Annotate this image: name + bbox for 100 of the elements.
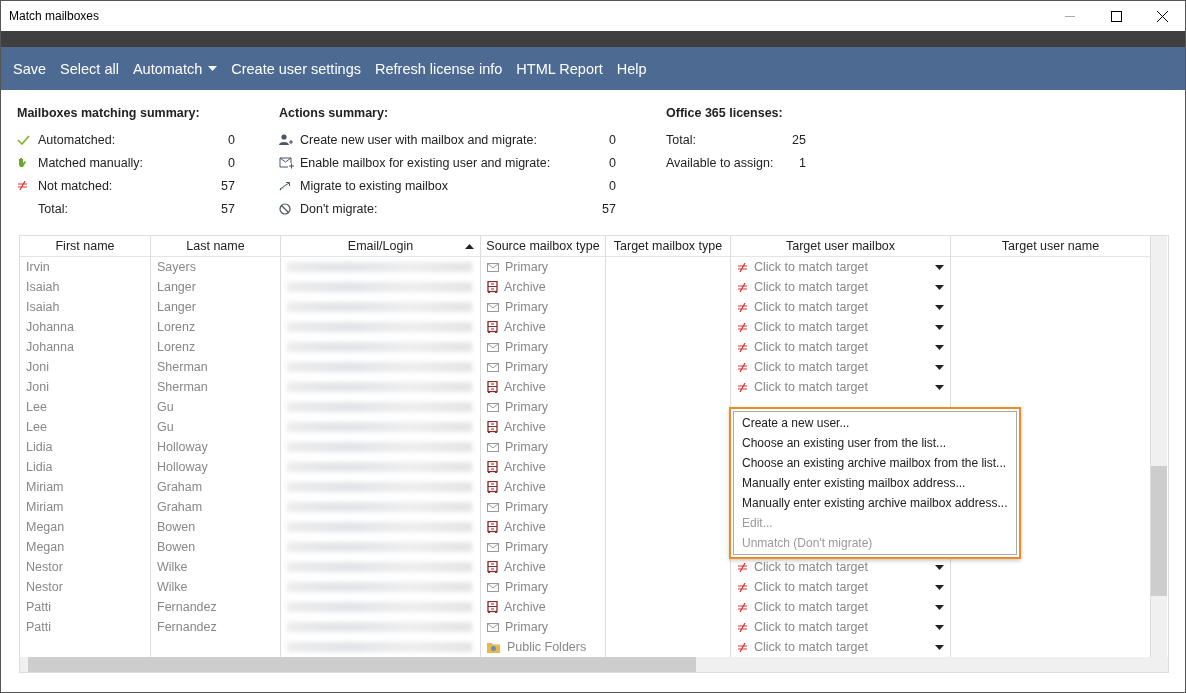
match-target-dropdown[interactable]: Click to match target xyxy=(731,357,951,377)
cabinet-icon xyxy=(487,481,498,493)
caret-icon xyxy=(935,604,944,610)
summary-label: Matched manually: xyxy=(38,155,144,170)
menu-item[interactable]: Choose an existing user from the list... xyxy=(734,433,1016,453)
not-equal-icon xyxy=(737,262,748,272)
cabinet-icon xyxy=(487,421,498,433)
table-cell: Wilke xyxy=(157,580,188,594)
match-target-dropdown[interactable]: Click to match target xyxy=(731,317,951,337)
toolbar-button[interactable]: HTML Report xyxy=(510,56,609,81)
not-equal-icon xyxy=(737,622,748,632)
caret-icon xyxy=(935,264,944,270)
envelope-icon xyxy=(487,302,499,312)
check-icon xyxy=(17,134,30,145)
summary-label: Available to assign: xyxy=(666,155,775,170)
table-cell: Archive xyxy=(504,420,546,434)
caret-icon xyxy=(935,344,944,350)
menu-item[interactable]: Create a new user... xyxy=(734,413,1016,433)
prohibited-icon xyxy=(279,202,291,215)
table-cell: Wilke xyxy=(157,560,188,574)
horizontal-scrollbar[interactable] xyxy=(20,657,1168,672)
table-cell: Primary xyxy=(505,300,549,314)
caret-icon xyxy=(935,324,944,330)
table-cell: Joni xyxy=(26,380,49,394)
toolbar-button[interactable]: Create user settings xyxy=(225,56,367,81)
table-cell: Lidia xyxy=(26,460,53,474)
column-header[interactable]: Last name xyxy=(151,236,281,257)
not-equal-icon xyxy=(737,602,748,612)
table-cell: Sherman xyxy=(157,380,208,394)
match-target-dropdown[interactable]: Click to match target xyxy=(731,337,951,357)
not-equal-icon xyxy=(737,382,748,392)
match-target-dropdown[interactable]: Click to match target xyxy=(731,377,951,397)
maximize-icon xyxy=(1110,10,1122,22)
table-cell: Gu xyxy=(157,420,174,434)
summary-count: 1 xyxy=(798,155,806,170)
column-header[interactable]: First name xyxy=(20,236,151,257)
column-header[interactable]: Target user mailbox xyxy=(731,236,951,257)
match-target-dropdown[interactable]: Click to match target xyxy=(731,597,951,617)
summary-count: 57 xyxy=(220,201,235,216)
table-cell: Lidia xyxy=(26,440,53,454)
table-cell: Archive xyxy=(504,480,546,494)
caret-icon xyxy=(935,384,944,390)
match-target-dropdown[interactable]: Click to match target xyxy=(731,277,951,297)
table-cell: Miriam xyxy=(26,500,64,514)
table-cell: Lee xyxy=(26,400,47,414)
table-cell: Holloway xyxy=(157,460,208,474)
menu-item[interactable]: Manually enter existing mailbox address... xyxy=(734,473,1016,493)
table-cell: Primary xyxy=(505,360,549,374)
table-cell: Graham xyxy=(157,500,203,514)
not-equal-icon xyxy=(737,582,748,592)
table-cell: Graham xyxy=(157,480,203,494)
arrow-icon xyxy=(279,180,293,191)
table-cell: Primary xyxy=(505,500,549,514)
table-cell: Megan xyxy=(26,540,65,554)
cabinet-icon xyxy=(487,601,498,613)
table-cell: Fernandez xyxy=(157,620,217,634)
toolbar-button[interactable]: Help xyxy=(610,56,653,81)
table-cell: Lorenz xyxy=(157,340,196,354)
table-cell: Archive xyxy=(504,520,546,534)
summary-count: 25 xyxy=(791,132,806,147)
table-cell: Archive xyxy=(504,560,546,574)
table-cell: Megan xyxy=(26,520,65,534)
table-cell: Holloway xyxy=(157,440,208,454)
envelope-icon xyxy=(487,262,499,272)
not-equal-icon xyxy=(737,322,748,332)
dropdown-menu-button[interactable]: Automatch xyxy=(126,56,224,81)
table-cell: Lorenz xyxy=(157,320,196,334)
toolbar-button[interactable]: Save xyxy=(7,56,53,81)
envelope-icon xyxy=(487,582,499,592)
table-cell: Johanna xyxy=(26,340,74,354)
column-header[interactable]: Email/Login xyxy=(281,236,481,257)
folder-icon xyxy=(487,641,501,653)
table-cell: Primary xyxy=(505,540,549,554)
column-header[interactable]: Target user name xyxy=(951,236,1151,257)
envelope-icon xyxy=(487,442,499,452)
sort-arrow-icon xyxy=(465,243,474,249)
column-header[interactable]: Target mailbox type xyxy=(606,236,731,257)
toolbar-button[interactable]: Refresh license info xyxy=(369,56,509,81)
menu-item[interactable]: Manually enter existing archive mailbox address... xyxy=(734,493,1016,513)
match-target-dropdown[interactable]: Click to match target xyxy=(731,617,951,637)
match-target-dropdown[interactable]: Click to match target xyxy=(731,257,951,277)
table-cell: Archive xyxy=(504,600,546,614)
caret-icon xyxy=(935,584,944,590)
match-target-dropdown[interactable]: Click to match target xyxy=(731,577,951,597)
column-header[interactable]: Source mailbox type xyxy=(481,236,606,257)
table-cell: Fernandez xyxy=(157,600,217,614)
caret-icon xyxy=(935,624,944,630)
summary-count: 0 xyxy=(608,155,616,170)
envelope-icon xyxy=(487,542,499,552)
toolbar-button[interactable]: Select all xyxy=(54,56,125,81)
summary-label: Enable mailbox for existing user and migrate: xyxy=(300,155,552,170)
not-equal-icon xyxy=(737,342,748,352)
table-cell: Primary xyxy=(505,340,549,354)
table-cell: Nestor xyxy=(26,580,63,594)
caret-icon xyxy=(935,644,944,650)
cabinet-icon xyxy=(487,321,498,333)
vertical-scrollbar[interactable] xyxy=(1151,236,1167,657)
menu-item[interactable]: Choose an existing archive mailbox from the list... xyxy=(734,453,1016,473)
match-target-dropdown[interactable]: Click to match target xyxy=(731,297,951,317)
table-cell: Archive xyxy=(504,460,546,474)
